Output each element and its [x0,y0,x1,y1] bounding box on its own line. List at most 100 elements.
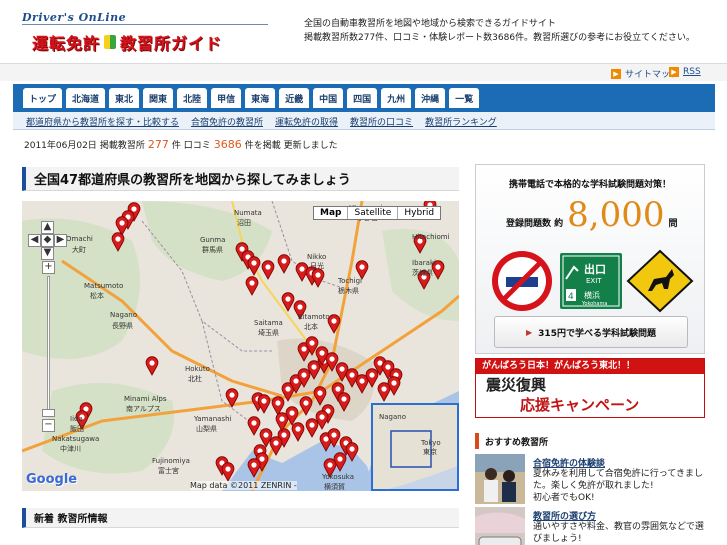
overview-map-graphic: Nagano Tokyo 東京 [373,405,457,489]
sub-nav-link[interactable]: 合宿免許の教習所 [191,115,263,128]
google-logo[interactable]: Google [26,472,77,487]
school-map[interactable]: Numata沼田 Gunma群馬県 Nikko日光 Utsunomiya宇都宮 … [22,201,459,491]
map-type-map[interactable]: Map [314,207,349,219]
beginner-mark-icon [104,35,117,49]
logo-sub-text: 教習所ガイド [120,34,223,53]
nav-tab[interactable]: 九州 [381,88,412,108]
banner-line-2: 応援キャンペーン [520,396,640,414]
svg-text:Saitama: Saitama [254,319,283,327]
school-count: 277 [147,138,169,151]
map-section-heading: 全国47都道府県の教習所を地図から探してみましょう [22,167,459,191]
site-logo[interactable]: 運転免許 教習所ガイド [32,31,222,53]
nav-tab[interactable]: 中国 [313,88,344,108]
svg-text:飯田: 飯田 [70,424,84,433]
rss-label: RSS [683,67,701,77]
svg-text:Ibaraki: Ibaraki [412,259,436,267]
pan-center-icon[interactable]: ◆ [41,234,54,247]
nav-tab[interactable]: 沖縄 [415,88,446,108]
nav-tab[interactable]: トップ [23,88,63,108]
nav-tab[interactable]: 甲信 [211,88,242,108]
svg-text:Nagano: Nagano [379,413,406,421]
svg-text:沼田: 沼田 [237,218,251,227]
map-attribution: Map data ©2011 ZENRIN - [190,481,297,490]
site-header: Driver's OnLine 運転免許 教習所ガイド 全国の自動車教習所を地図… [0,0,727,64]
svg-text:EXIT: EXIT [586,277,602,285]
update-info: 2011年06月02日 掲載教習所 277 件 口コミ 3686 件を掲載 更新… [24,138,338,151]
pickup-item[interactable]: 合宿免許の体験談 夏休みを利用して合宿免許に行ってきました。楽しく免許が取れまし… [475,454,715,504]
review-count-label: 件 口コミ [171,141,211,151]
svg-text:大町: 大町 [72,245,86,254]
nav-tab[interactable]: 東海 [245,88,276,108]
sub-nav-link[interactable]: 教習所の口コミ [350,115,413,128]
deer-crossing-sign-icon [626,249,694,313]
sub-nav-links: 都道府県から教習所を探す・比較する 合宿免許の教習所 運転免許の取得 教習所の口コミ教… [26,115,497,128]
svg-text:Minami Alps: Minami Alps [124,395,167,403]
svg-text:Tochigi: Tochigi [337,277,362,285]
svg-text:Nakatsugawa: Nakatsugawa [52,435,99,443]
pickup-item[interactable]: 教習所の選び方 通いやすさや料金、教官の雰囲気などで選びましょう! [475,507,715,545]
sub-nav-link[interactable]: 都道府県から教習所を探す・比較する [26,115,179,128]
svg-text:Omachi: Omachi [66,235,93,243]
svg-text:茨城県: 茨城県 [412,268,433,277]
logo-main-text: 運転免許 [32,34,101,53]
pickup-heading-text: おすすめ教習所 [485,437,549,448]
banner-tagline: がんばろう日本！がんばろう東北！！ [476,359,704,374]
svg-text:Hitachiomi: Hitachiomi [412,233,450,241]
sub-nav-link[interactable]: 教習所ランキング [425,115,497,128]
logo-tagline[interactable]: Driver's OnLine [22,11,268,25]
recovery-campaign-banner[interactable]: がんばろう日本！がんばろう東北！！ 震災復興 応援キャンペーン [475,358,705,418]
svg-text:山梨県: 山梨県 [196,424,217,433]
nav-tab[interactable]: 北陸 [177,88,208,108]
sub-nav: 都道府県から教習所を探す・比較する 合宿免許の教習所 運転免許の取得 教習所の口コミ教… [13,112,715,130]
zoom-in-icon[interactable]: + [42,261,55,274]
rss-link[interactable]: ▶ RSS [669,67,701,77]
news-heading-text: 新着 教習所情報 [34,514,108,525]
svg-text:Kitamoto: Kitamoto [298,313,330,321]
map-type-hybrid[interactable]: Hybrid [398,207,440,219]
logo-tagline-text: Driver's OnLine [22,11,127,24]
svg-text:Nikko: Nikko [307,253,326,261]
nav-tab[interactable]: 東北 [109,88,140,108]
mobile-exam-ad[interactable]: 携帯電話で本格的な学科試験問題対策！ 登録問題数 約 8,000 問 出口 EX… [475,164,705,354]
nav-tab[interactable]: 北海道 [66,88,106,108]
nav-tab[interactable]: 一覧 [449,88,480,108]
update-suffix: 件を掲載 更新しました [244,141,338,151]
svg-text:出口: 出口 [584,262,606,276]
sub-nav-link[interactable]: 運転免許の取得 [275,115,338,128]
pan-left-icon[interactable]: ◀ [28,234,41,247]
news-heading: 新着 教習所情報 [22,508,459,528]
pan-down-icon[interactable]: ▼ [41,247,54,260]
arrow-right-icon: ▶ [611,68,621,79]
nav-tab[interactable]: 四国 [347,88,378,108]
zoom-out-icon[interactable]: − [42,419,55,432]
pickup-desc-1: 夏休みを利用して合宿免許に行ってきました。楽しく免許が取れました! 初心者でもO… [533,468,707,504]
svg-text:Yokosuka: Yokosuka [321,473,354,481]
ad-count-label: 登録問題数 約 [506,219,564,229]
ad-count-value: 8,000 [567,195,665,235]
ad-cta-label: 315円で学べる学科試験問題 [538,328,656,339]
svg-text:南アルプス: 南アルプス [126,404,161,413]
ad-cta-button[interactable]: ▶ 315円で学べる学科試験問題 [494,316,688,348]
svg-text:長野県: 長野県 [112,322,133,330]
review-count: 3686 [213,138,242,151]
svg-text:松本: 松本 [90,291,104,300]
pickup-desc-1-text: 夏休みを利用して合宿免許に行ってきました。楽しく免許が取れました! [533,469,704,491]
pickup-thumbnail-2[interactable] [475,507,525,545]
nav-tab[interactable]: 関東 [143,88,174,108]
triangle-right-icon: ▶ [526,327,533,337]
svg-text:横浜: 横浜 [584,290,600,300]
nav-tab[interactable]: 近畿 [279,88,310,108]
nav-tabs: トップ 北海道 東北 関東 北陸 甲信 東海 近畿 中国 四国 九州 沖縄 一覧 [23,88,480,108]
pan-up-icon[interactable]: ▲ [41,221,54,234]
svg-text:群馬県: 群馬県 [202,245,223,254]
overview-map[interactable]: Nagano Tokyo 東京 [371,403,459,491]
zoom-slider-handle[interactable] [42,409,55,417]
map-type-satellite[interactable]: Satellite [348,207,399,219]
pickup-thumbnail-1[interactable] [475,454,525,504]
pan-right-icon[interactable]: ▶ [54,234,67,247]
ad-title: 携帯電話で本格的な学科試験問題対策！ [508,180,671,190]
svg-text:Numata: Numata [234,209,262,217]
zoom-control: + − [42,261,56,432]
intro-line-2: 掲載教習所数277件、口コミ・体験レポート数3686件。教習所選びの参考にお役立… [304,33,695,43]
svg-text:埼玉県: 埼玉県 [258,328,279,337]
